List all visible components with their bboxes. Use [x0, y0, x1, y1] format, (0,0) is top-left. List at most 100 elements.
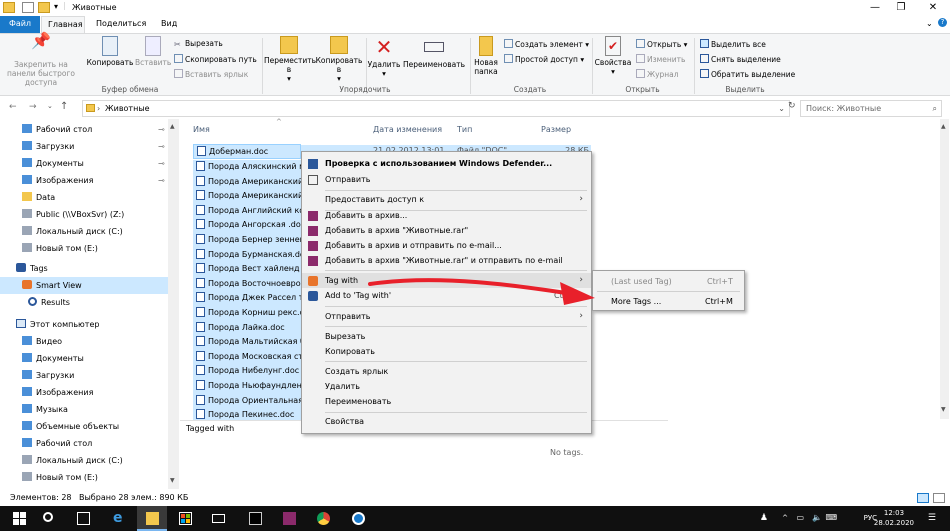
volume-icon[interactable]: 🔈	[812, 513, 822, 522]
person-icon[interactable]: ♟	[760, 513, 768, 523]
scroll-up-icon[interactable]: ▲	[941, 123, 946, 130]
file-row-first[interactable]: Доберман.doc	[193, 144, 301, 159]
recent-locations-icon[interactable]: ⌄	[47, 102, 53, 110]
nav-pc-item[interactable]: Локальный диск (C:)	[22, 452, 123, 469]
scroll-down-icon[interactable]: ▼	[941, 406, 946, 413]
taskbar-mail[interactable]	[203, 506, 233, 531]
expand-ribbon-icon[interactable]: ⌄	[926, 19, 933, 28]
copy-to-button[interactable]: Копировать в ▾	[314, 36, 364, 83]
properties-icon[interactable]	[22, 2, 34, 13]
pin-icon[interactable]: ⊸	[158, 176, 165, 185]
forward-arrow-icon[interactable]: →	[29, 102, 37, 112]
address-dropdown-icon[interactable]: ⌄	[778, 101, 785, 116]
nav-quick-item[interactable]: Локальный диск (C:)	[22, 223, 123, 240]
menu-item-add-to-tag[interactable]: Add to 'Tag with' Ctrl+G	[302, 288, 591, 303]
network-icon[interactable]: ▭	[796, 513, 804, 522]
nav-pc-item[interactable]: Документы	[22, 350, 84, 367]
up-arrow-icon[interactable]: ↑	[60, 101, 68, 112]
file-scrollbar[interactable]: ▲ ▼	[940, 119, 949, 419]
copy-button[interactable]: Копировать	[86, 36, 134, 67]
menu-item-add-rar[interactable]: Добавить в архив "Животные.rar"	[302, 223, 591, 238]
help-icon[interactable]: ?	[938, 18, 947, 27]
scroll-up-icon[interactable]: ▲	[170, 123, 175, 130]
menu-item-properties[interactable]: Свойства	[302, 414, 591, 429]
pin-to-quick-access-button[interactable]: 📌 Закрепить на панели быстрого доступа	[2, 33, 80, 88]
nav-quick-item[interactable]: Изображения	[22, 172, 93, 189]
taskbar-cmd[interactable]	[240, 506, 270, 531]
task-view-button[interactable]	[68, 506, 98, 531]
nav-pc-item[interactable]: Рабочий стол	[22, 435, 92, 452]
invert-selection-button[interactable]: Обратить выделение	[700, 69, 795, 80]
file-row[interactable]: Порода Ангорская .doc	[193, 218, 301, 234]
nav-quick-item[interactable]: Рабочий стол	[22, 121, 92, 138]
nav-quick-item[interactable]: Data	[22, 189, 55, 206]
start-button[interactable]	[4, 506, 34, 531]
column-size[interactable]: Размер	[541, 125, 571, 134]
new-item-button[interactable]: Создать элемент ▾	[504, 39, 589, 50]
rename-button[interactable]: Переименовать	[402, 36, 466, 69]
show-hidden-icons[interactable]: ^	[782, 514, 788, 522]
submenu-more-tags[interactable]: More Tags ... Ctrl+M	[593, 294, 744, 309]
nav-quick-item[interactable]: Документы	[22, 155, 84, 172]
delete-button[interactable]: ✕ Удалить ▾	[366, 36, 402, 78]
paste-shortcut-button[interactable]: Вставить ярлык	[174, 69, 248, 80]
column-type[interactable]: Тип	[457, 125, 472, 134]
file-row[interactable]: Порода Нибелунг.doc	[193, 364, 301, 380]
select-none-button[interactable]: Снять выделение	[700, 54, 781, 65]
new-folder-button[interactable]: Новая папка	[470, 36, 502, 76]
file-row[interactable]: Порода Ньюфаундленд	[193, 379, 301, 394]
taskbar-explorer[interactable]	[137, 506, 167, 531]
edit-button[interactable]: Изменить	[636, 54, 685, 65]
menu-item-add-archive[interactable]: Добавить в архив...	[302, 208, 591, 223]
nav-pc-item[interactable]: Изображения	[22, 384, 93, 401]
nav-pc-item[interactable]: Видео	[22, 333, 62, 350]
nav-pc-item[interactable]: Новый том (E:)	[22, 469, 98, 486]
nav-quick-item[interactable]: Загрузки	[22, 138, 74, 155]
taskbar-edge[interactable]: e	[104, 506, 134, 531]
file-row[interactable]: Порода Восточноевропе	[193, 276, 301, 292]
pin-icon[interactable]: ⊸	[158, 142, 165, 151]
copy-path-button[interactable]: Скопировать путь	[174, 54, 257, 65]
search-input[interactable]: Поиск: Животные ⌕	[800, 100, 942, 117]
file-row[interactable]: Порода Аляскинский ма	[193, 160, 301, 175]
nav-smart-view[interactable]: Smart View	[0, 277, 168, 294]
easy-access-button[interactable]: Простой доступ ▾	[504, 54, 584, 65]
taskbar-chrome[interactable]	[308, 506, 338, 531]
taskbar-winrar[interactable]	[274, 506, 304, 531]
menu-item-create-shortcut[interactable]: Создать ярлык	[302, 364, 591, 379]
column-name[interactable]: Имя	[193, 125, 210, 134]
history-button[interactable]: Журнал	[636, 69, 679, 80]
taskbar-tag-app[interactable]	[343, 506, 373, 531]
file-row[interactable]: Порода Американский к	[193, 189, 301, 205]
file-row[interactable]: Порода Бурманская.doc	[193, 247, 301, 263]
move-to-button[interactable]: Переместить в ▾	[264, 36, 316, 83]
refresh-icon[interactable]: ↻	[788, 101, 796, 111]
details-view-icon[interactable]	[917, 493, 929, 503]
nav-this-pc[interactable]: Этот компьютер	[16, 316, 99, 333]
customize-quick-access-icon[interactable]: ▾	[54, 2, 58, 11]
search-button[interactable]	[34, 506, 64, 531]
file-row[interactable]: Порода Ориентальная к	[193, 393, 301, 409]
new-folder-icon[interactable]	[38, 2, 50, 13]
menu-item-delete[interactable]: Удалить	[302, 379, 591, 394]
file-row[interactable]: Порода Джек Рассел тер	[193, 291, 301, 307]
nav-quick-item[interactable]: Public (\\VBoxSvr) (Z:)	[22, 206, 124, 223]
nav-tags[interactable]: Tags	[16, 260, 48, 277]
column-date[interactable]: Дата изменения	[373, 125, 442, 134]
maximize-button[interactable]: ❐	[886, 0, 916, 16]
pin-icon[interactable]: ⊸	[158, 159, 165, 168]
open-button[interactable]: Открыть ▾	[636, 39, 687, 50]
nav-pc-item[interactable]: Музыка	[22, 401, 68, 418]
file-row[interactable]: Порода Московская сто	[193, 349, 301, 365]
menu-item-defender[interactable]: Проверка с использованием Windows Defend…	[302, 156, 591, 171]
file-row[interactable]: Порода Американский б	[193, 174, 301, 190]
file-row[interactable]: Порода Корниш рекс.do	[193, 306, 301, 321]
pin-icon[interactable]: ⊸	[158, 125, 165, 134]
tab-view[interactable]: Вид	[155, 16, 183, 33]
file-row[interactable]: Порода Лайка.doc	[193, 320, 301, 336]
cut-button[interactable]: ✂ Вырезать	[174, 39, 223, 49]
nav-pc-item[interactable]: Загрузки	[22, 367, 74, 384]
notifications-icon[interactable]: ☰	[928, 513, 936, 523]
scroll-down-icon[interactable]: ▼	[170, 477, 175, 484]
menu-item-copy[interactable]: Копировать	[302, 344, 591, 359]
